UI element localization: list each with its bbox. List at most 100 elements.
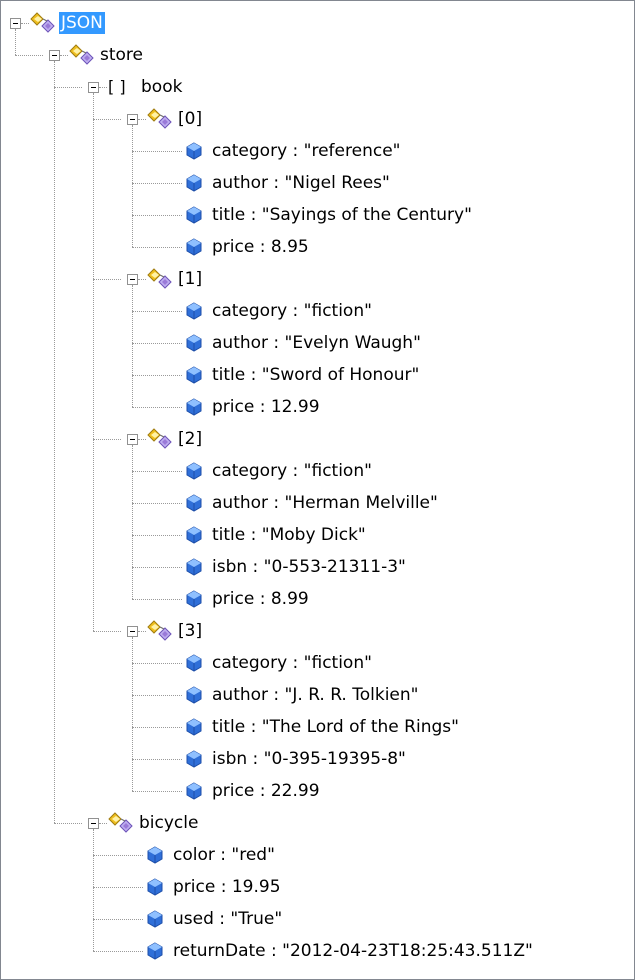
tree-connector [132,695,182,696]
tree-connector [132,759,182,760]
tree-node-book-1[interactable]: [1] [176,268,204,290]
tree-connector [132,215,182,216]
tree-guide-line [15,29,16,55]
tree-connector [93,279,121,280]
tree-leaf-book-1-prop-3[interactable]: price : 12.99 [210,396,322,418]
tree-connector [132,503,182,504]
object-icon [147,267,173,291]
tree-node-store[interactable]: store [98,44,145,66]
tree-leaf-bicycle-prop-3[interactable]: returnDate : "2012-04-23T18:25:43.511Z" [171,940,535,962]
tree-leaf-book-0-prop-3[interactable]: price : 8.95 [210,236,311,258]
tree-connector [132,375,182,376]
tree-node-book[interactable]: book [139,76,184,98]
tree-guide-line [132,445,133,599]
tree-leaf-bicycle-prop-0[interactable]: color : "red" [171,844,277,866]
tree-connector [132,535,182,536]
tree-connector [93,119,121,120]
tree-connector [99,87,107,88]
tree-connector [132,599,182,600]
collapse-toggle[interactable] [127,626,138,637]
collapse-toggle[interactable] [127,274,138,285]
tree-connector [54,823,82,824]
tree-connector [93,951,143,952]
object-icon [30,11,56,35]
value-icon [147,846,163,864]
tree-leaf-book-3-prop-3[interactable]: isbn : "0-395-19395-8" [210,748,408,770]
tree-connector [132,727,182,728]
value-icon [186,206,202,224]
tree-guide-line [132,125,133,247]
tree-leaf-book-2-prop-3[interactable]: isbn : "0-553-21311-3" [210,556,408,578]
tree-leaf-book-0-prop-0[interactable]: category : "reference" [210,140,402,162]
value-icon [186,558,202,576]
tree-connector [93,631,121,632]
tree-node-bicycle[interactable]: bicycle [137,812,200,834]
collapse-toggle[interactable] [127,434,138,445]
tree-connector [132,183,182,184]
tree-leaf-book-2-prop-2[interactable]: title : "Moby Dick" [210,524,368,546]
object-icon [147,427,173,451]
tree-leaf-book-2-prop-1[interactable]: author : "Herman Melville" [210,492,440,514]
tree-connector [60,55,68,56]
tree-connector [132,343,182,344]
tree-guide-line [54,61,55,823]
tree-leaf-book-2-prop-4[interactable]: price : 8.99 [210,588,311,610]
json-tree-view[interactable]: JSON store [ ] book [0] category : "reference… [0,0,635,980]
tree-connector [132,151,182,152]
tree-connector [132,247,182,248]
tree-connector [132,471,182,472]
tree-leaf-book-3-prop-0[interactable]: category : "fiction" [210,652,374,674]
collapse-toggle[interactable] [127,114,138,125]
tree-leaf-book-1-prop-2[interactable]: title : "Sword of Honour" [210,364,421,386]
tree-connector [138,279,146,280]
tree-guide-line [132,285,133,407]
tree-leaf-bicycle-prop-1[interactable]: price : 19.95 [171,876,283,898]
value-icon [186,334,202,352]
collapse-toggle[interactable] [49,50,60,61]
value-icon [186,782,202,800]
tree-guide-line [132,637,133,791]
value-icon [186,750,202,768]
tree-connector [93,887,143,888]
tree-leaf-book-3-prop-2[interactable]: title : "The Lord of the Rings" [210,716,461,738]
tree-connector [21,23,29,24]
tree-node-root[interactable]: JSON [59,12,105,34]
tree-node-book-2[interactable]: [2] [176,428,204,450]
tree-connector [93,439,121,440]
tree-guide-line [93,93,94,631]
tree-leaf-bicycle-prop-2[interactable]: used : "True" [171,908,284,930]
tree-connector [132,791,182,792]
value-icon [147,942,163,960]
object-icon [147,107,173,131]
value-icon [186,526,202,544]
tree-leaf-book-1-prop-1[interactable]: author : "Evelyn Waugh" [210,332,423,354]
tree-node-book-3[interactable]: [3] [176,620,204,642]
value-icon [147,910,163,928]
tree-connector [132,407,182,408]
collapse-toggle[interactable] [88,82,99,93]
tree-connector [54,87,82,88]
collapse-toggle[interactable] [10,18,21,29]
value-icon [186,174,202,192]
tree-connector [93,855,143,856]
value-icon [186,238,202,256]
collapse-toggle[interactable] [88,818,99,829]
object-icon [69,43,95,67]
value-icon [186,654,202,672]
tree-leaf-book-0-prop-2[interactable]: title : "Sayings of the Century" [210,204,474,226]
value-icon [186,718,202,736]
tree-leaf-book-3-prop-4[interactable]: price : 22.99 [210,780,322,802]
tree-leaf-book-1-prop-0[interactable]: category : "fiction" [210,300,374,322]
tree-connector [138,119,146,120]
tree-node-book-0[interactable]: [0] [176,108,204,130]
value-icon [186,142,202,160]
tree-leaf-book-3-prop-1[interactable]: author : "J. R. R. Tolkien" [210,684,420,706]
tree-connector [132,567,182,568]
tree-leaf-book-2-prop-0[interactable]: category : "fiction" [210,460,374,482]
tree-leaf-book-0-prop-1[interactable]: author : "Nigel Rees" [210,172,392,194]
value-icon [186,494,202,512]
tree-connector [132,311,182,312]
array-brackets-icon: [ ] [108,77,126,96]
tree-connector [99,823,107,824]
tree-connector [93,919,143,920]
